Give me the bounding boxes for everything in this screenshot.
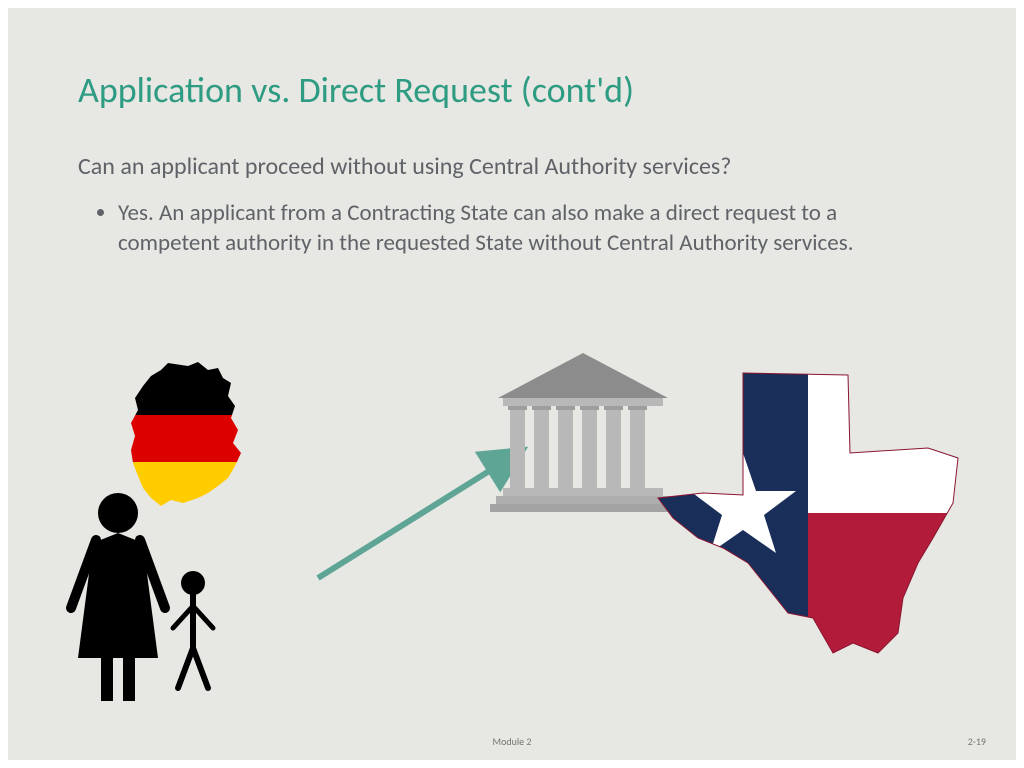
bullet-list: Yes. An applicant from a Contracting Sta… [78, 199, 946, 259]
bullet-item: Yes. An applicant from a Contracting Sta… [118, 199, 946, 259]
footer-page-number: 2-19 [968, 735, 986, 748]
question-text: Can an applicant proceed without using C… [78, 152, 946, 181]
figure-area [8, 358, 1016, 720]
footer-module: Module 2 [8, 735, 1016, 748]
slide-title: Application vs. Direct Request (cont'd) [78, 68, 946, 112]
texas-map-icon [648, 363, 968, 668]
woman-child-icon [63, 488, 233, 708]
slide: Application vs. Direct Request (cont'd) … [8, 8, 1016, 760]
